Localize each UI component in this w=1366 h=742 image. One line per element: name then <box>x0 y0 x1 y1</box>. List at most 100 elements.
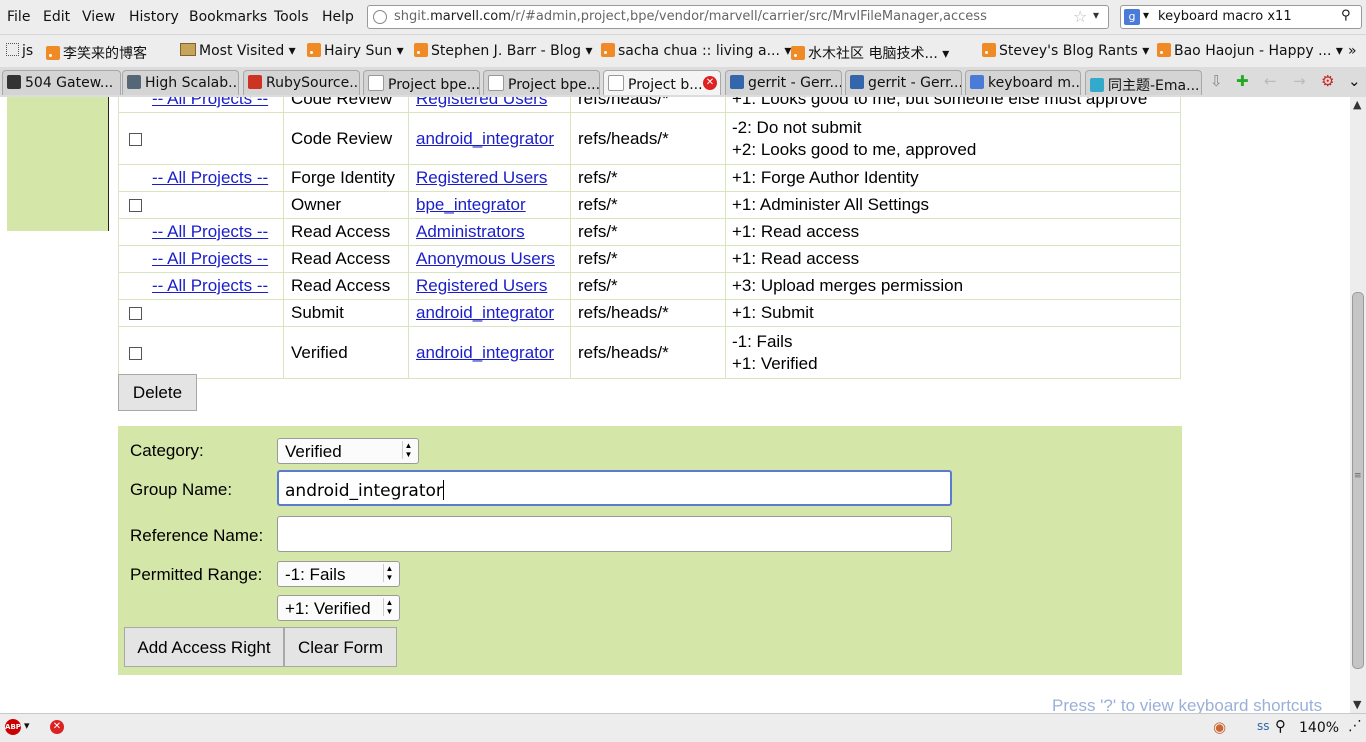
tab-newsmth[interactable]: 同主题-Ema... <box>1085 70 1202 95</box>
range-max-select[interactable]: +1: Verified ▲ ▼ <box>277 595 400 621</box>
scroll-down-icon[interactable]: ▼ <box>1353 698 1361 711</box>
group-link[interactable]: bpe_integrator <box>416 195 526 214</box>
download-icon[interactable]: ⇩ <box>1210 72 1223 90</box>
range-value: +1: Looks good to me, but someone else m… <box>732 97 1148 108</box>
clear-form-button[interactable]: Clear Form <box>284 627 397 667</box>
vertical-scrollbar[interactable]: ▲ ≡ ▼ <box>1350 97 1366 713</box>
adblock-icon[interactable]: ABP <box>5 719 21 735</box>
reference-cell: refs/* <box>570 191 726 219</box>
tab-list-icon[interactable]: ⌄ <box>1348 72 1361 90</box>
zoom-icon[interactable]: ⚲ <box>1275 717 1286 735</box>
row-checkbox[interactable] <box>129 346 142 360</box>
bookmark-stephen-barr[interactable]: Stephen J. Barr - Blog ▾ <box>414 43 593 59</box>
range-value: +1: Forge Author Identity <box>732 168 919 187</box>
google-engine-icon[interactable]: g <box>1124 9 1140 25</box>
group-link[interactable]: android_integrator <box>416 343 554 362</box>
tab-keyboard-macro[interactable]: keyboard m... <box>965 70 1081 95</box>
row-checkbox[interactable] <box>129 307 142 321</box>
bookmark-js[interactable]: js <box>6 43 33 59</box>
tab-high-scalability[interactable]: High Scalab... <box>122 70 239 95</box>
url-text[interactable]: shgit.marvell.com/r/#admin,project,bpe/v… <box>394 9 987 24</box>
range-min-select[interactable]: -1: Fails ▲ ▼ <box>277 561 400 587</box>
tab-project-bpe-2[interactable]: Project bpe... <box>483 70 600 95</box>
table-row: Code Review android_integrator refs/heads/… <box>118 112 1181 165</box>
all-projects-link[interactable]: -- All Projects -- <box>152 249 268 268</box>
stop-icon[interactable]: ✕ <box>50 720 64 734</box>
tab-project-bpe-active[interactable]: Project b... ✕ <box>603 70 721 95</box>
bookmark-lixiaolai[interactable]: 李笑来的博客 <box>46 43 147 63</box>
bookmark-bao-haojun[interactable]: Bao Haojun - Happy ... ▾ <box>1157 43 1343 59</box>
range-cell: +1: Read access <box>725 245 1181 273</box>
all-projects-link[interactable]: -- All Projects -- <box>152 222 268 241</box>
menu-edit[interactable]: Edit <box>43 9 70 25</box>
tab-close-icon[interactable]: ✕ <box>703 76 717 90</box>
group-cell: Registered Users <box>408 164 571 192</box>
bookmark-sacha-chua[interactable]: sacha chua :: living a... ▾ <box>601 43 791 59</box>
reference-cell: refs/* <box>570 272 726 300</box>
group-link[interactable]: Anonymous Users <box>416 249 555 268</box>
group-cell: android_integrator <box>408 326 571 379</box>
group-link[interactable]: android_integrator <box>416 303 554 322</box>
range-cell: +1: Read access <box>725 218 1181 246</box>
binoculars-icon[interactable]: ⚲ <box>1341 8 1351 23</box>
all-projects-link[interactable]: -- All Projects -- <box>152 97 268 108</box>
menu-view[interactable]: View <box>82 9 115 25</box>
rss-icon <box>791 46 805 60</box>
addon-icon[interactable]: ⚙ <box>1321 72 1334 90</box>
category-cell: Read Access <box>283 272 409 300</box>
tab-504-gateway[interactable]: 504 Gatew... <box>2 70 121 95</box>
bookmark-newsmth[interactable]: 水木社区 电脑技术... ▾ <box>791 43 949 63</box>
search-input[interactable]: keyboard macro x11 <box>1158 9 1292 24</box>
group-link[interactable]: Registered Users <box>416 276 547 295</box>
all-projects-link[interactable]: -- All Projects -- <box>152 168 268 187</box>
add-access-right-button[interactable]: Add Access Right <box>124 627 284 667</box>
tab-project-bpe-1[interactable]: Project bpe... <box>363 70 480 95</box>
plus-icon[interactable]: ✚ <box>1236 72 1249 90</box>
group-cell: Anonymous Users <box>408 245 571 273</box>
delete-button[interactable]: Delete <box>118 374 197 411</box>
group-name-input[interactable]: android_integrator <box>277 470 952 506</box>
range-value: +1: Read access <box>732 222 860 241</box>
adblock-dropdown-icon[interactable]: ▾ <box>24 719 30 732</box>
range-cell: +3: Upload merges permission <box>725 272 1181 300</box>
bookmark-hairy-sun[interactable]: Hairy Sun ▾ <box>307 43 404 59</box>
url-bar[interactable]: shgit.marvell.com/r/#admin,project,bpe/v… <box>367 5 1109 29</box>
tab-rubysource[interactable]: RubySource... <box>243 70 360 95</box>
bookmark-most-visited[interactable]: Most Visited ▾ <box>180 43 296 59</box>
menu-file[interactable]: File <box>7 9 30 25</box>
url-dropdown-icon[interactable]: ▾ <box>1093 8 1099 22</box>
extension-icon[interactable]: ◉ <box>1213 718 1226 736</box>
group-link[interactable]: Registered Users <box>416 97 547 108</box>
category-cell: Owner <box>283 191 409 219</box>
engine-dropdown-icon[interactable]: ▾ <box>1143 8 1149 22</box>
row-checkbox[interactable] <box>129 199 142 213</box>
group-cell: bpe_integrator <box>408 191 571 219</box>
row-checkbox[interactable] <box>129 132 142 146</box>
project-cell: -- All Projects -- <box>118 97 284 113</box>
zoom-level[interactable]: 140% <box>1299 720 1339 736</box>
menu-history[interactable]: History <box>129 9 179 25</box>
menu-tools[interactable]: Tools <box>274 9 309 25</box>
menu-bookmarks[interactable]: Bookmarks <box>189 9 267 25</box>
back-icon[interactable]: ← <box>1264 72 1277 90</box>
bookmark-stevey[interactable]: Stevey's Blog Rants ▾ <box>982 43 1149 59</box>
forward-icon[interactable]: → <box>1293 72 1306 90</box>
reference-name-input[interactable] <box>277 516 952 552</box>
all-projects-link[interactable]: -- All Projects -- <box>152 276 268 295</box>
tab-gerrit-1[interactable]: gerrit - Gerr... <box>725 70 842 95</box>
range-value: +1: Read access <box>732 249 860 268</box>
group-link[interactable]: Administrators <box>416 222 525 241</box>
category-select[interactable]: Verified ▲ ▼ <box>277 438 419 464</box>
rss-icon <box>307 43 321 57</box>
group-link[interactable]: Registered Users <box>416 168 547 187</box>
tab-gerrit-2[interactable]: gerrit - Gerr... <box>845 70 962 95</box>
search-bar[interactable]: g ▾ keyboard macro x11 ⚲ <box>1120 5 1362 29</box>
ss-icon[interactable]: ss <box>1257 719 1270 733</box>
scroll-up-icon[interactable]: ▲ <box>1353 98 1361 111</box>
sidebar-panel <box>7 97 109 231</box>
range-cell: -2: Do not submit +2: Looks good to me, a… <box>725 112 1181 165</box>
bookmark-star-icon[interactable]: ☆ <box>1073 7 1087 26</box>
bookmarks-overflow-icon[interactable]: » <box>1348 43 1357 59</box>
menu-help[interactable]: Help <box>322 9 354 25</box>
group-link[interactable]: android_integrator <box>416 129 554 148</box>
